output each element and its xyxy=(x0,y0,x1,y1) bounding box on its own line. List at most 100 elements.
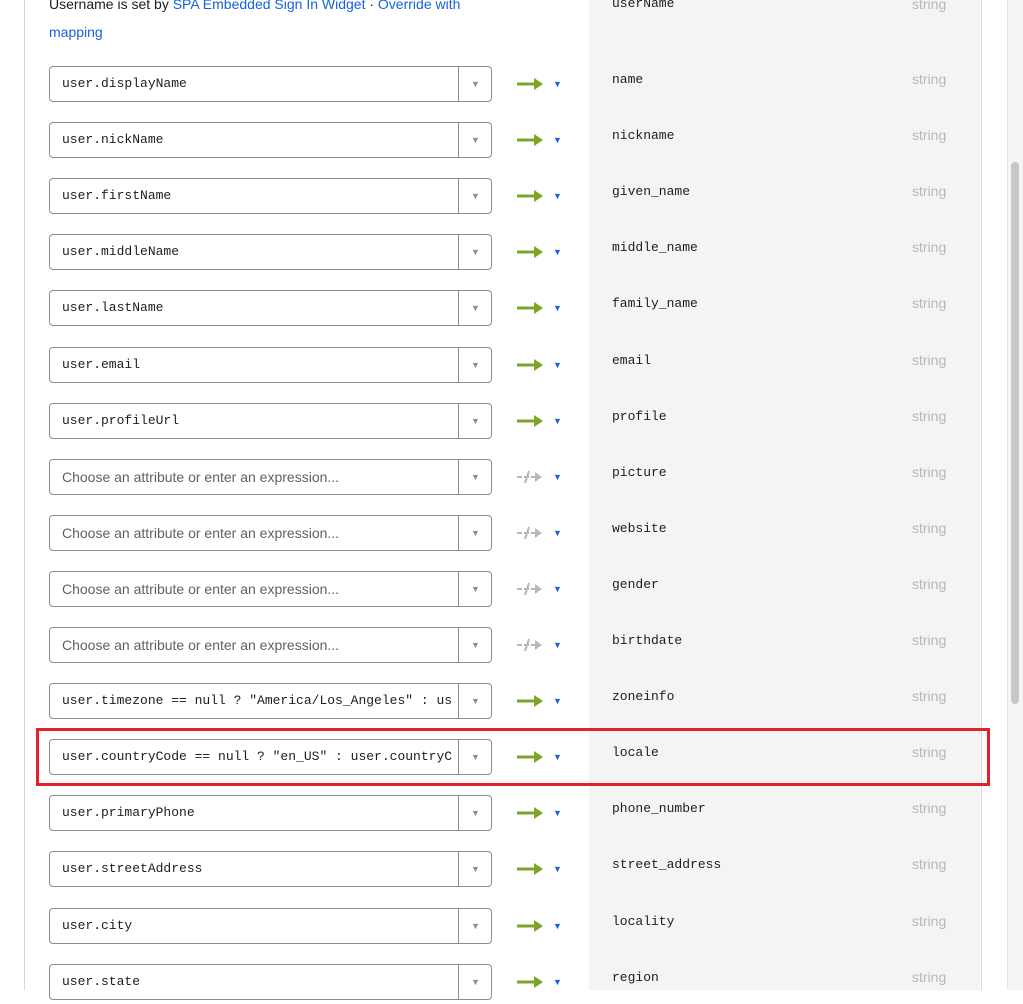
chevron-down-icon[interactable]: ▼ xyxy=(459,123,492,157)
expression-placeholder[interactable]: Choose an attribute or enter an expressi… xyxy=(62,628,452,662)
expression-value[interactable]: user.primaryPhone xyxy=(62,796,452,830)
chevron-down-icon[interactable]: ▼ xyxy=(459,628,492,662)
arrow-right-icon xyxy=(517,976,543,988)
claim-type: string xyxy=(912,969,947,985)
attribute-expression-combobox[interactable]: user.primaryPhone ▼ xyxy=(49,795,492,831)
expression-value[interactable]: user.countryCode == null ? "en_US" : use… xyxy=(62,740,452,774)
attribute-expression-combobox[interactable]: Choose an attribute or enter an expressi… xyxy=(49,627,492,663)
caret-down-icon[interactable]: ▼ xyxy=(553,244,562,260)
mapping-row: user.email ▼ ▼ email string xyxy=(0,347,1023,387)
expression-value[interactable]: user.city xyxy=(62,909,452,943)
attribute-expression-combobox[interactable]: user.displayName ▼ xyxy=(49,66,492,102)
caret-down-icon[interactable]: ▼ xyxy=(553,861,562,877)
chevron-down-icon[interactable]: ▼ xyxy=(459,235,492,269)
attribute-expression-combobox[interactable]: user.email ▼ xyxy=(49,347,492,383)
no-mapping-arrow-icon xyxy=(517,582,542,596)
arrow-right-icon xyxy=(517,695,543,707)
chevron-down-icon[interactable]: ▼ xyxy=(459,572,492,606)
caret-down-icon[interactable]: ▼ xyxy=(553,749,562,765)
claim-name: gender xyxy=(612,577,659,592)
arrow-right-icon xyxy=(517,920,543,932)
chevron-down-icon[interactable]: ▼ xyxy=(459,179,492,213)
caret-down-icon[interactable]: ▼ xyxy=(553,974,562,990)
attribute-expression-combobox[interactable]: user.streetAddress ▼ xyxy=(49,851,492,887)
attribute-expression-combobox[interactable]: user.middleName ▼ xyxy=(49,234,492,270)
attribute-expression-combobox[interactable]: Choose an attribute or enter an expressi… xyxy=(49,515,492,551)
no-mapping-arrow-icon xyxy=(517,638,542,652)
attribute-expression-combobox[interactable]: user.countryCode == null ? "en_US" : use… xyxy=(49,739,492,775)
expression-value[interactable]: user.state xyxy=(62,965,452,999)
claim-type: string xyxy=(912,688,947,704)
chevron-down-icon[interactable]: ▼ xyxy=(459,684,492,718)
username-note: Username is set by SPA Embedded Sign In … xyxy=(49,0,509,46)
caret-down-icon[interactable]: ▼ xyxy=(553,805,562,821)
chevron-down-icon[interactable]: ▼ xyxy=(459,516,492,550)
mapping-row: user.city ▼ ▼ locality string xyxy=(0,908,1023,948)
chevron-down-icon[interactable]: ▼ xyxy=(459,796,492,830)
attribute-expression-combobox[interactable]: user.nickName ▼ xyxy=(49,122,492,158)
caret-down-icon[interactable]: ▼ xyxy=(553,525,562,541)
claim-name: website xyxy=(612,521,667,536)
attribute-expression-combobox[interactable]: Choose an attribute or enter an expressi… xyxy=(49,459,492,495)
mapping-row: user.streetAddress ▼ ▼ street_address string xyxy=(0,851,1023,891)
claim-type: string xyxy=(912,744,947,760)
mapping-row: user.displayName ▼ ▼ name string xyxy=(0,66,1023,106)
chevron-down-icon[interactable]: ▼ xyxy=(459,348,492,382)
caret-down-icon[interactable]: ▼ xyxy=(553,300,562,316)
expression-value[interactable]: user.profileUrl xyxy=(62,404,452,438)
chevron-down-icon[interactable]: ▼ xyxy=(459,852,492,886)
caret-down-icon[interactable]: ▼ xyxy=(553,357,562,373)
claim-name: given_name xyxy=(612,184,691,199)
claim-type: string xyxy=(912,800,947,816)
attribute-expression-combobox[interactable]: user.state ▼ xyxy=(49,964,492,1000)
expression-value[interactable]: user.timezone == null ? "America/Los_Ang… xyxy=(62,684,452,718)
caret-down-icon[interactable]: ▼ xyxy=(553,469,562,485)
caret-down-icon[interactable]: ▼ xyxy=(553,693,562,709)
expression-placeholder[interactable]: Choose an attribute or enter an expressi… xyxy=(62,516,452,550)
chevron-down-icon[interactable]: ▼ xyxy=(459,460,492,494)
expression-value[interactable]: user.lastName xyxy=(62,291,452,325)
caret-down-icon[interactable]: ▼ xyxy=(553,637,562,653)
claim-type: string xyxy=(912,408,947,424)
attribute-expression-combobox[interactable]: Choose an attribute or enter an expressi… xyxy=(49,571,492,607)
chevron-down-icon[interactable]: ▼ xyxy=(459,67,492,101)
mapping-row: Choose an attribute or enter an expressi… xyxy=(0,515,1023,555)
scrollbar-thumb[interactable] xyxy=(1011,162,1019,704)
expression-value[interactable]: user.middleName xyxy=(62,235,452,269)
expression-value[interactable]: user.nickName xyxy=(62,123,452,157)
expression-value[interactable]: user.displayName xyxy=(62,67,452,101)
expression-placeholder[interactable]: Choose an attribute or enter an expressi… xyxy=(62,460,452,494)
arrow-right-icon xyxy=(517,302,543,314)
chevron-down-icon[interactable]: ▼ xyxy=(459,404,492,438)
chevron-down-icon[interactable]: ▼ xyxy=(459,740,492,774)
no-mapping-arrow-icon xyxy=(517,470,542,484)
sign-in-widget-link[interactable]: SPA Embedded Sign In Widget xyxy=(173,0,366,12)
chevron-down-icon[interactable]: ▼ xyxy=(459,909,492,943)
claim-name: phone_number xyxy=(612,801,706,816)
attribute-expression-combobox[interactable]: user.lastName ▼ xyxy=(49,290,492,326)
claim-type: string xyxy=(912,913,947,929)
chevron-down-icon[interactable]: ▼ xyxy=(459,291,492,325)
attribute-expression-combobox[interactable]: user.city ▼ xyxy=(49,908,492,944)
claim-name: family_name xyxy=(612,296,698,311)
mapping-row: user.nickName ▼ ▼ nickname string xyxy=(0,122,1023,162)
caret-down-icon[interactable]: ▼ xyxy=(553,918,562,934)
expression-value[interactable]: user.streetAddress xyxy=(62,852,452,886)
claim-name: birthdate xyxy=(612,633,683,648)
expression-value[interactable]: user.email xyxy=(62,348,452,382)
arrow-right-icon xyxy=(517,415,543,427)
claim-name: profile xyxy=(612,409,667,424)
attribute-expression-combobox[interactable]: user.profileUrl ▼ xyxy=(49,403,492,439)
chevron-down-icon[interactable]: ▼ xyxy=(459,965,492,999)
expression-placeholder[interactable]: Choose an attribute or enter an expressi… xyxy=(62,572,452,606)
caret-down-icon[interactable]: ▼ xyxy=(553,413,562,429)
mapping-row: user.timezone == null ? "America/Los_Ang… xyxy=(0,683,1023,723)
caret-down-icon[interactable]: ▼ xyxy=(553,76,562,92)
arrow-right-icon xyxy=(517,190,543,202)
caret-down-icon[interactable]: ▼ xyxy=(553,581,562,597)
caret-down-icon[interactable]: ▼ xyxy=(553,188,562,204)
caret-down-icon[interactable]: ▼ xyxy=(553,132,562,148)
attribute-expression-combobox[interactable]: user.firstName ▼ xyxy=(49,178,492,214)
attribute-expression-combobox[interactable]: user.timezone == null ? "America/Los_Ang… xyxy=(49,683,492,719)
expression-value[interactable]: user.firstName xyxy=(62,179,452,213)
